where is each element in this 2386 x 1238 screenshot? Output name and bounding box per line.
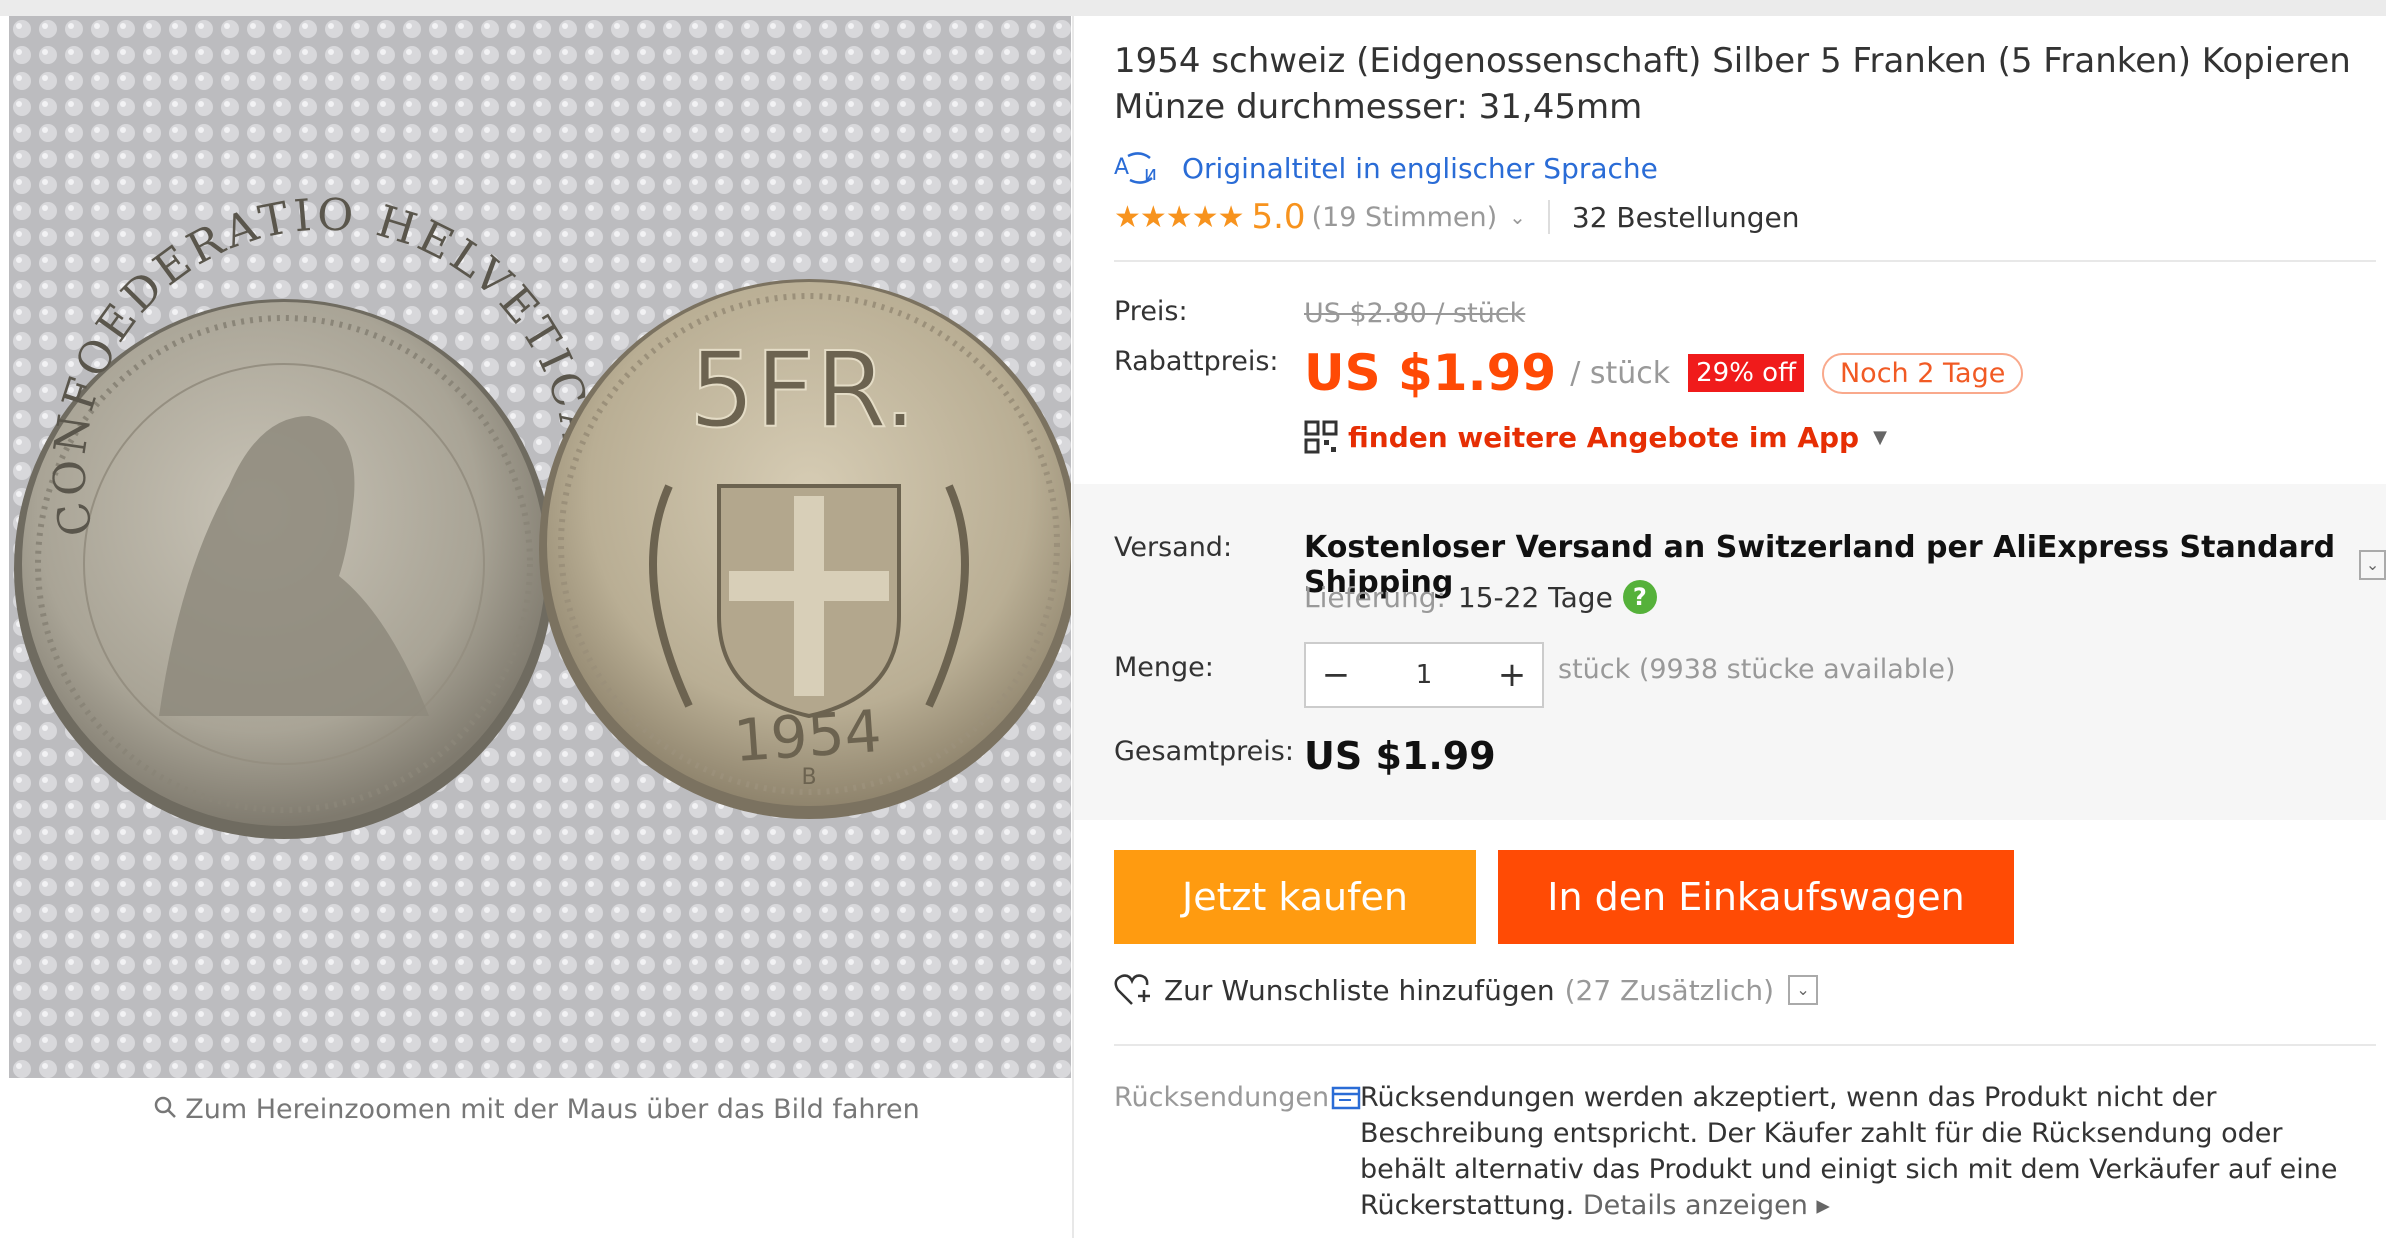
magnifier-icon (153, 1095, 177, 1126)
zoom-hint-text: Zum Hereinzoomen mit der Maus über das B… (185, 1094, 920, 1125)
delivery-info: Lieferung: 15-22 Tage ? (1304, 580, 1657, 614)
heart-plus-icon (1114, 974, 1150, 1005)
original-title-text: Originaltitel in englischer Sprache (1182, 151, 1658, 185)
add-to-cart-button[interactable]: In den Einkaufswagen (1498, 850, 2014, 944)
quantity-stepper: − 1 + (1304, 642, 1544, 708)
days-left-badge: Noch 2 Tage (1821, 352, 2024, 394)
original-price: US $2.80 / stück (1304, 298, 1526, 329)
rating-bar: ★★★★★ 5.0 (19 Stimmen) ⌄ 32 Bestellungen (1114, 196, 1799, 238)
separator (1547, 200, 1550, 234)
help-icon[interactable]: ? (1622, 580, 1657, 614)
top-bar (0, 0, 2386, 16)
returns-label-row: Rücksendungen (1114, 1082, 1361, 1113)
orders-count: 32 Bestellungen (1571, 200, 1800, 234)
product-title: 1954 schweiz (Eidgenossenschaft) Silber … (1114, 41, 2351, 127)
original-title-link[interactable]: A и Originaltitel in englischer Sprache (1114, 150, 1658, 186)
returns-label: Rücksendungen (1114, 1082, 1330, 1113)
divider (1114, 1044, 2376, 1046)
qr-code-icon (1304, 420, 1338, 454)
caret-down-icon: ▼ (1873, 426, 1887, 448)
discount-badge: 29% off (1688, 354, 1804, 392)
return-policy-icon (1331, 1086, 1361, 1109)
translate-icon: A и (1114, 152, 1157, 185)
rating-score: 5.0 (1251, 197, 1306, 237)
rating-stars-icon: ★★★★★ (1114, 199, 1244, 235)
svg-text:B: B (801, 765, 816, 790)
svg-text:5FR.: 5FR. (689, 329, 917, 451)
stock-available: stück (9938 stücke available) (1558, 654, 1956, 685)
coin-back: 5FR. 1954 B (539, 279, 1071, 819)
returns-policy: Rücksendungen werden akzeptiert, wenn da… (1360, 1080, 2340, 1224)
rating-votes[interactable]: (19 Stimmen) (1312, 202, 1498, 233)
shipping-label: Versand: (1114, 532, 1233, 563)
app-offers-text: finden weitere Angebote im App (1348, 420, 1860, 454)
app-offers-link[interactable]: finden weitere Angebote im App ▼ (1304, 420, 1887, 454)
product-image[interactable]: CONFOEDERATIO HELVETICA 5FR. 1954 B (9, 16, 1071, 1078)
delivery-value: 15-22 Tage (1457, 580, 1613, 614)
chevron-down-icon[interactable]: ⌄ (1788, 975, 1819, 1005)
product-details: 1954 schweiz (Eidgenossenschaft) Silber … (1074, 16, 2386, 1238)
svg-text:1954: 1954 (732, 697, 884, 775)
wishlist-text: Zur Wunschliste hinzufügen (1164, 973, 1555, 1007)
image-gallery: CONFOEDERATIO HELVETICA 5FR. 1954 B Zum (0, 16, 1073, 1238)
wishlist-count: (27 Zusätzlich) (1564, 973, 1775, 1007)
chevron-down-icon[interactable]: ⌄ (1509, 205, 1526, 229)
details-link[interactable]: Details anzeigen (1583, 1190, 1808, 1221)
svg-text:A: A (1114, 155, 1129, 180)
chevron-down-icon[interactable]: ⌄ (2359, 550, 2386, 580)
decrement-button[interactable]: − (1306, 655, 1366, 695)
price-label: Preis: (1114, 296, 1188, 327)
zoom-hint: Zum Hereinzoomen mit der Maus über das B… (0, 1094, 1073, 1126)
discount-price: US $1.99 (1304, 344, 1557, 402)
returns-text: Rücksendungen werden akzeptiert, wenn da… (1360, 1082, 2338, 1221)
price-row: US $1.99 / stück 29% off Noch 2 Tage (1304, 344, 2024, 402)
caret-right-icon: ▸ (1816, 1190, 1830, 1221)
svg-text:и: и (1144, 161, 1157, 185)
total-price: US $1.99 (1304, 734, 1496, 778)
quantity-input[interactable]: 1 (1366, 660, 1482, 690)
discount-price-label: Rabattpreis: (1114, 346, 1279, 377)
total-label: Gesamtpreis: (1114, 736, 1294, 767)
buy-now-button[interactable]: Jetzt kaufen (1114, 850, 1476, 944)
per-unit: / stück (1570, 355, 1671, 391)
increment-button[interactable]: + (1482, 655, 1542, 695)
delivery-label: Lieferung: (1304, 580, 1446, 614)
wishlist-link[interactable]: Zur Wunschliste hinzufügen (27 Zusätzlic… (1114, 972, 1819, 1008)
divider (1114, 260, 2376, 262)
quantity-label: Menge: (1114, 652, 1214, 683)
